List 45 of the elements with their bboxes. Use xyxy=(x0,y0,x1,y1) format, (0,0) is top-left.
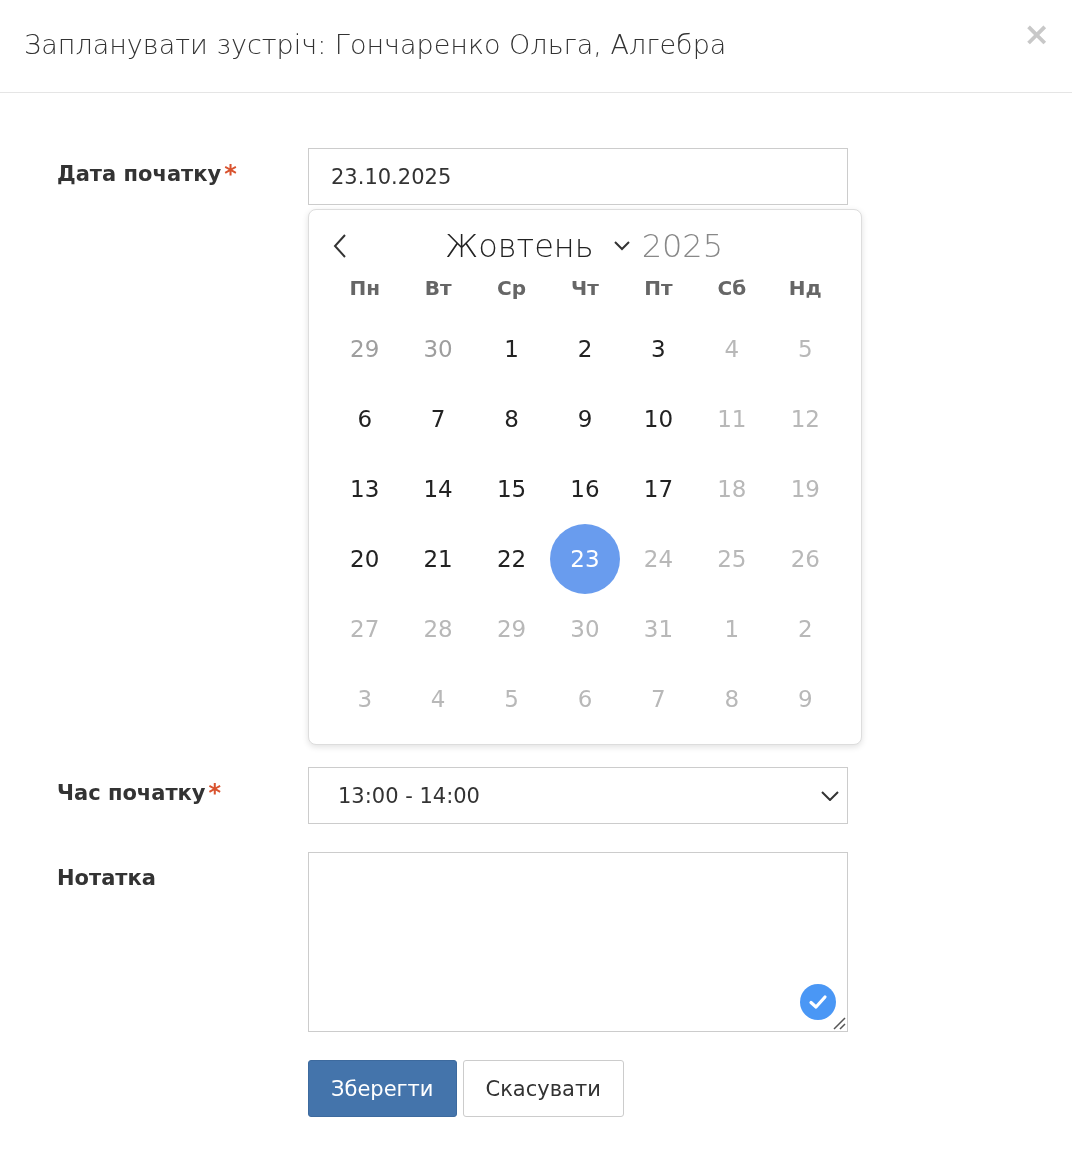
previous-month-icon[interactable] xyxy=(333,233,347,259)
calendar-day[interactable]: 9 xyxy=(550,384,620,454)
year-field[interactable]: 2025 xyxy=(641,227,724,265)
calendar-day[interactable]: 6 xyxy=(329,384,400,454)
calendar-day[interactable]: 1 xyxy=(476,314,547,384)
caret-icon xyxy=(821,790,839,801)
weekday-label: Пн xyxy=(348,275,381,302)
cancel-button[interactable]: Скасувати xyxy=(462,1060,624,1117)
calendar-day[interactable]: 10 xyxy=(623,384,694,454)
required-mark: * xyxy=(224,162,237,186)
date-field[interactable]: 23.10.2025 xyxy=(308,148,848,205)
calendar-day[interactable]: 7 xyxy=(403,384,474,454)
weekday-label: Пт xyxy=(643,275,674,302)
dialog-title: Запланувати зустріч: Гончаренко Ольга, Алгебра xyxy=(24,28,727,60)
calendar-day[interactable]: 23 xyxy=(550,524,620,594)
note-field[interactable] xyxy=(308,852,848,1032)
close-button[interactable]: × xyxy=(1023,18,1050,50)
weekday-label: Ср xyxy=(496,275,528,302)
weekday-label: Чт xyxy=(570,275,600,302)
field-label: Нотатка xyxy=(57,866,156,890)
calendar-day[interactable]: 2 xyxy=(550,314,620,384)
weekday-label: Сб xyxy=(716,275,748,302)
calendar-day[interactable]: 17 xyxy=(623,454,694,524)
field-label: Час початку xyxy=(57,781,206,805)
calendar-day[interactable]: 13 xyxy=(329,454,400,524)
calendar-day[interactable]: 22 xyxy=(476,524,547,594)
calendar-day[interactable]: 30 xyxy=(403,314,474,384)
check-icon xyxy=(800,984,836,1020)
caret-icon[interactable] xyxy=(613,241,630,251)
calendar-day[interactable]: 16 xyxy=(550,454,620,524)
calendar-day[interactable]: 15 xyxy=(476,454,547,524)
calendar-day[interactable]: 29 xyxy=(329,314,400,384)
calendar-day[interactable]: 20 xyxy=(329,524,400,594)
calendar-day[interactable]: 14 xyxy=(403,454,474,524)
save-button[interactable]: Зберегти xyxy=(308,1060,457,1117)
calendar-day[interactable]: 21 xyxy=(403,524,474,594)
weekday-label: Нд xyxy=(787,275,823,302)
resize-handle-icon[interactable] xyxy=(832,1016,846,1030)
weekday-label: Вт xyxy=(423,275,453,302)
required-mark: * xyxy=(208,781,222,805)
month-selector[interactable]: Жовтень xyxy=(445,227,594,265)
calendar-day[interactable]: 3 xyxy=(623,314,694,384)
time-select[interactable]: 13:00 - 14:00 xyxy=(308,767,848,824)
field-label: Дата початку xyxy=(57,162,222,186)
calendar-day[interactable]: 8 xyxy=(476,384,547,454)
